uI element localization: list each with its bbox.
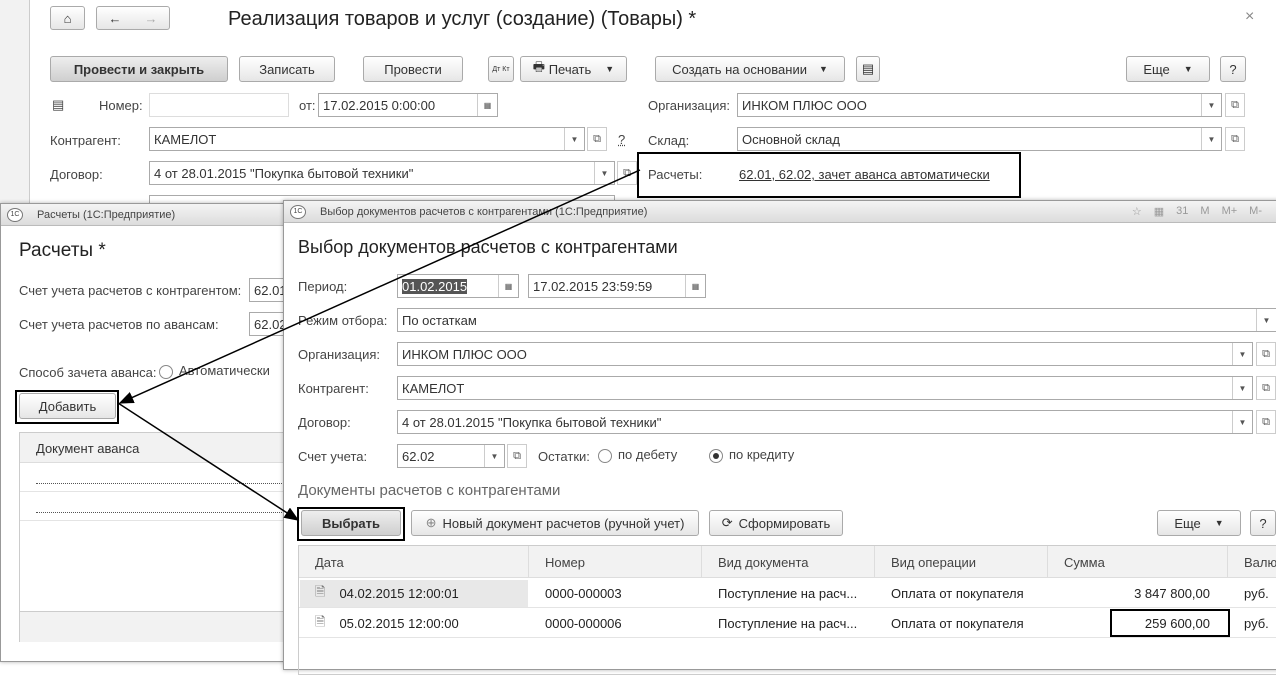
annotation-arrows	[117, 169, 641, 521]
arrow-add-to-select	[117, 402, 300, 521]
arrow-settlements-to-add	[118, 169, 641, 404]
